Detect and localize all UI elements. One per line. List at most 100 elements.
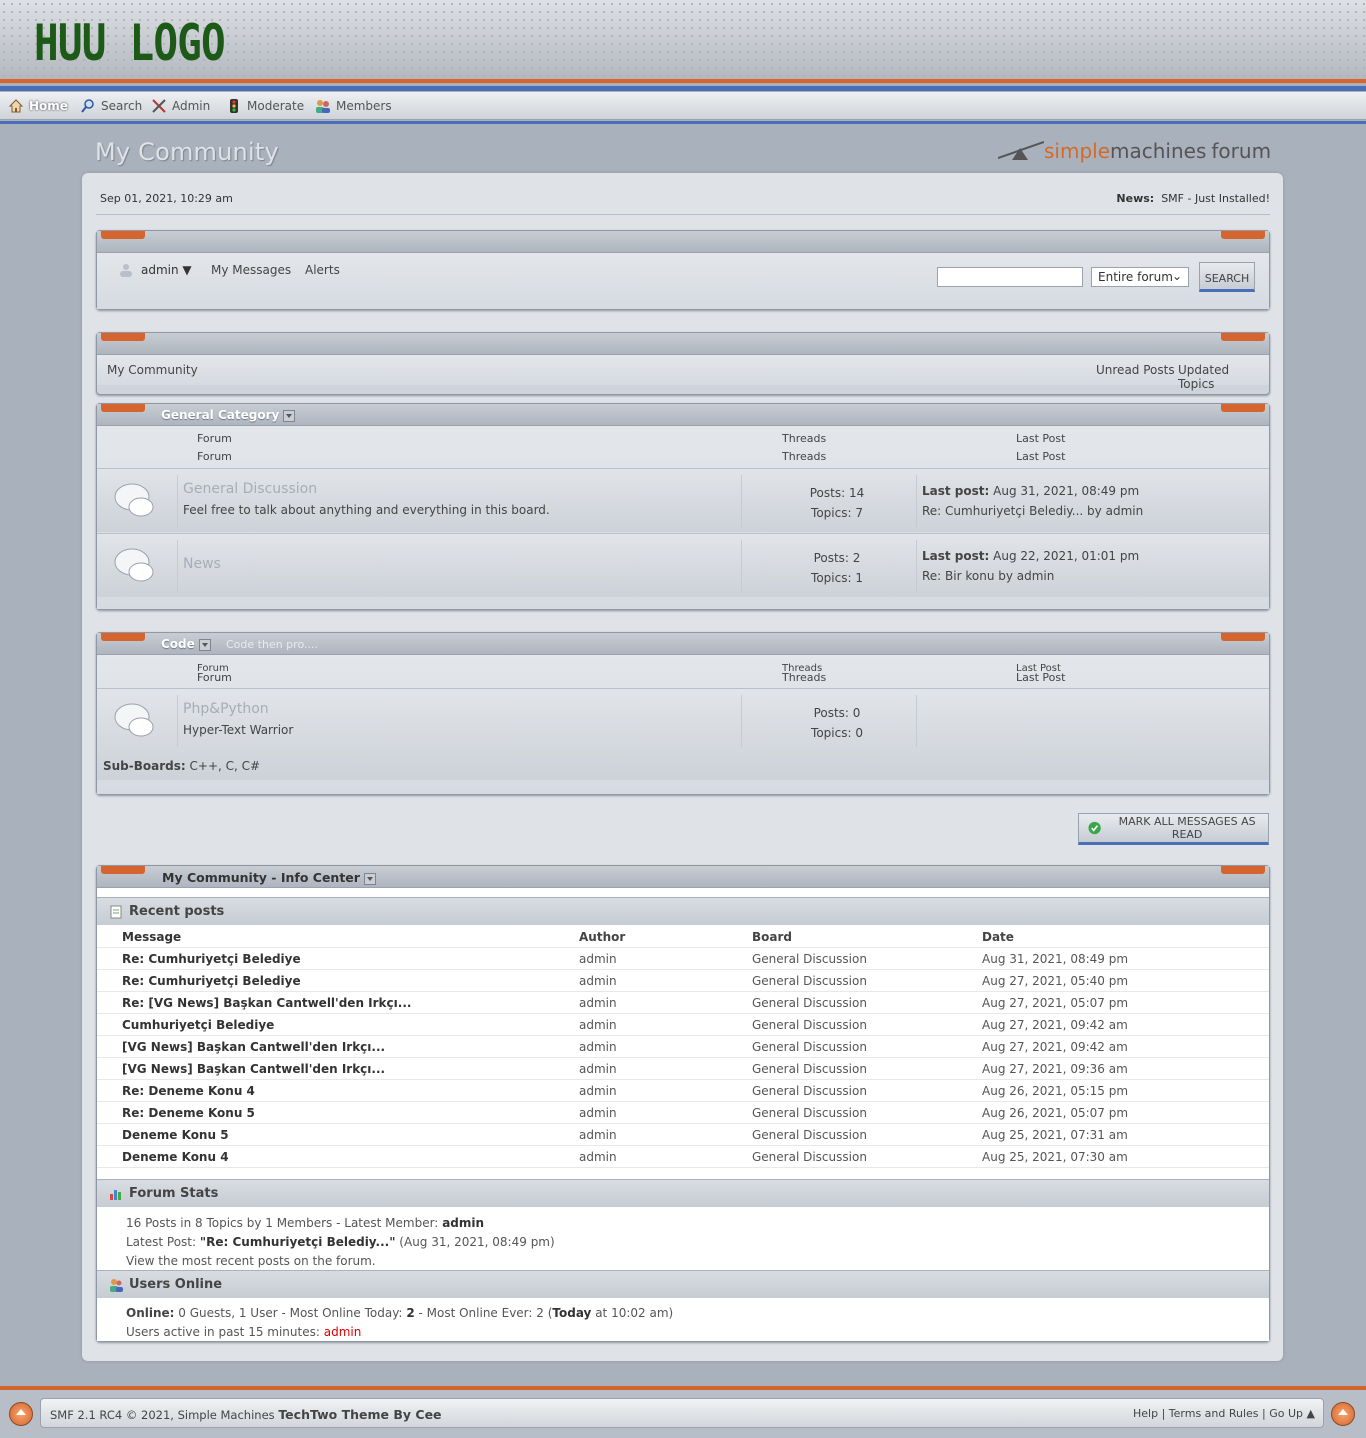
scroll-up-icon[interactable]: [1331, 1402, 1355, 1426]
search-input[interactable]: [937, 267, 1083, 287]
post-date: Aug 25, 2021, 07:30 am: [982, 1150, 1128, 1164]
unread-posts-link[interactable]: Unread Posts: [1096, 363, 1175, 377]
news-text: SMF - Just Installed!: [1161, 192, 1270, 205]
category-title[interactable]: General Category: [161, 408, 296, 422]
post-date: Aug 26, 2021, 05:07 pm: [982, 1106, 1129, 1120]
post-date: Aug 27, 2021, 05:40 pm: [982, 974, 1129, 988]
post-date: Aug 31, 2021, 08:49 pm: [982, 952, 1129, 966]
col-last-post: Last Post: [1016, 432, 1066, 445]
recent-posts-link[interactable]: View the most recent posts on the forum.: [126, 1252, 1269, 1271]
breadcrumb[interactable]: My Community: [107, 363, 198, 377]
author-link[interactable]: admin: [579, 952, 617, 966]
author-link[interactable]: admin: [579, 1106, 617, 1120]
alerts-link[interactable]: Alerts: [305, 263, 340, 277]
users-online-body: Online: 0 Guests, 1 User - Most Online T…: [97, 1299, 1269, 1341]
post-link[interactable]: Re: Cumhuriyetçi Belediye: [122, 974, 301, 988]
last-post-link[interactable]: Re: Bir konu by admin: [922, 566, 1139, 586]
post-link[interactable]: Re: [VG News] Başkan Cantwell'den Irkçı.…: [122, 996, 411, 1010]
search-scope-select[interactable]: Entire forum ⌄: [1091, 267, 1189, 287]
board-link[interactable]: General Discussion: [752, 1128, 867, 1142]
user-panel: admin ▼ My Messages Alerts Entire forum ⌄…: [96, 230, 1270, 310]
latest-post-link[interactable]: "Re: Cumhuriyetçi Belediy...": [200, 1235, 396, 1249]
my-messages-link[interactable]: My Messages: [211, 263, 291, 277]
post-link[interactable]: [VG News] Başkan Cantwell'den Irkçı...: [122, 1062, 385, 1076]
author-link[interactable]: admin: [579, 1062, 617, 1076]
news-label: News:: [1116, 192, 1155, 205]
post-link[interactable]: Deneme Konu 4: [122, 1150, 229, 1164]
info-center-title[interactable]: My Community - Info Center: [162, 870, 376, 885]
table-row: Deneme Konu 5 admin General Discussion Aug …: [97, 1124, 1269, 1146]
post-link[interactable]: Re: Deneme Konu 4: [122, 1084, 255, 1098]
online-user-link[interactable]: admin: [324, 1325, 362, 1339]
latest-member-link[interactable]: admin: [442, 1216, 484, 1230]
table-row: [VG News] Başkan Cantwell'den Irkçı... ad…: [97, 1058, 1269, 1080]
collapse-toggle-icon[interactable]: [198, 638, 211, 651]
footer-bar: SMF 2.1 RC4 © 2021, Simple Machines Tech…: [40, 1398, 1324, 1428]
board-name-link[interactable]: General Discussion: [183, 481, 317, 497]
search-icon: [81, 99, 94, 113]
table-row: [VG News] Başkan Cantwell'den Irkçı... ad…: [97, 1036, 1269, 1058]
board-row: Php&Python Hyper-Text Warrior Posts: 0 To…: [97, 688, 1269, 780]
collapse-toggle-icon[interactable]: [283, 409, 296, 422]
board-link[interactable]: General Discussion: [752, 974, 867, 988]
table-row: Re: [VG News] Başkan Cantwell'den Irkçı.…: [97, 992, 1269, 1014]
scroll-up-icon[interactable]: [9, 1402, 33, 1426]
collapse-toggle-icon[interactable]: [363, 872, 376, 885]
table-row: Cumhuriyetçi Belediye admin General Discus…: [97, 1014, 1269, 1036]
post-link[interactable]: Cumhuriyetçi Belediye: [122, 1018, 274, 1032]
board-link[interactable]: General Discussion: [752, 952, 867, 966]
sub-board-links[interactable]: C++, C, C#: [190, 759, 261, 773]
user-menu-button[interactable]: admin ▼: [141, 263, 192, 277]
forum-stats-body: 16 Posts in 8 Topics by 1 Members - Late…: [97, 1208, 1269, 1270]
post-link[interactable]: [VG News] Başkan Cantwell'den Irkçı...: [122, 1040, 385, 1054]
post-link[interactable]: Deneme Konu 5: [122, 1128, 229, 1142]
last-post-link[interactable]: Re: Cumhuriyetçi Belediy... by admin: [922, 501, 1143, 521]
help-link[interactable]: Help: [1133, 1407, 1158, 1420]
board-link[interactable]: General Discussion: [752, 996, 867, 1010]
navigate-panel: My Community Unread Posts Updated Topics: [96, 332, 1270, 395]
board-link[interactable]: General Discussion: [752, 1150, 867, 1164]
author-link[interactable]: admin: [579, 1018, 617, 1032]
board-link[interactable]: General Discussion: [752, 1062, 867, 1076]
author-link[interactable]: admin: [579, 1040, 617, 1054]
user-avatar-icon: [119, 263, 133, 277]
author-link[interactable]: admin: [579, 1150, 617, 1164]
go-up-link[interactable]: Go Up ▲: [1269, 1407, 1315, 1420]
author-link[interactable]: admin: [579, 1128, 617, 1142]
table-row: Re: Cumhuriyetçi Belediye admin General Di…: [97, 970, 1269, 992]
nav-members[interactable]: Members: [315, 96, 392, 116]
board-link[interactable]: General Discussion: [752, 1106, 867, 1120]
post-link[interactable]: Re: Deneme Konu 5: [122, 1106, 255, 1120]
current-date: Sep 01, 2021, 10:29 am: [100, 192, 233, 205]
tools-icon: [152, 99, 166, 113]
forum-title[interactable]: My Community: [95, 138, 279, 166]
search-button[interactable]: SEARCH: [1199, 262, 1255, 292]
check-icon: [1088, 821, 1101, 835]
board-link[interactable]: General Discussion: [752, 1018, 867, 1032]
col-forum: Forum: [197, 450, 232, 463]
nav-search[interactable]: Search: [80, 96, 142, 116]
board-link[interactable]: General Discussion: [752, 1040, 867, 1054]
category-title[interactable]: Code: [161, 637, 211, 651]
nav-home[interactable]: Home: [8, 96, 68, 116]
mark-all-read-button[interactable]: MARK ALL MESSAGES AS READ: [1078, 813, 1269, 845]
author-link[interactable]: admin: [579, 974, 617, 988]
updated-topics-link[interactable]: Updated Topics: [1178, 363, 1269, 391]
board-link[interactable]: General Discussion: [752, 1084, 867, 1098]
author-link[interactable]: admin: [579, 1084, 617, 1098]
board-name-link[interactable]: Php&Python: [183, 701, 269, 717]
terms-link[interactable]: Terms and Rules: [1169, 1407, 1259, 1420]
category-general: General Category Forum Forum Threads Thr…: [96, 403, 1270, 610]
forum-stats-header: Forum Stats: [97, 1179, 1269, 1207]
nav-moderate[interactable]: Moderate: [226, 96, 304, 116]
menu-stripe: [0, 121, 1366, 124]
nav-admin[interactable]: Admin: [151, 96, 210, 116]
site-logo[interactable]: HUU LOGO: [34, 14, 226, 72]
board-name-link[interactable]: News: [183, 556, 221, 572]
smf-logo[interactable]: simple machines forum: [998, 136, 1271, 166]
home-icon: [8, 99, 24, 113]
table-row: Re: Deneme Konu 4 admin General Discussion…: [97, 1080, 1269, 1102]
post-link[interactable]: Re: Cumhuriyetçi Belediye: [122, 952, 301, 966]
author-link[interactable]: admin: [579, 996, 617, 1010]
board-description: Hyper-Text Warrior: [183, 723, 294, 737]
